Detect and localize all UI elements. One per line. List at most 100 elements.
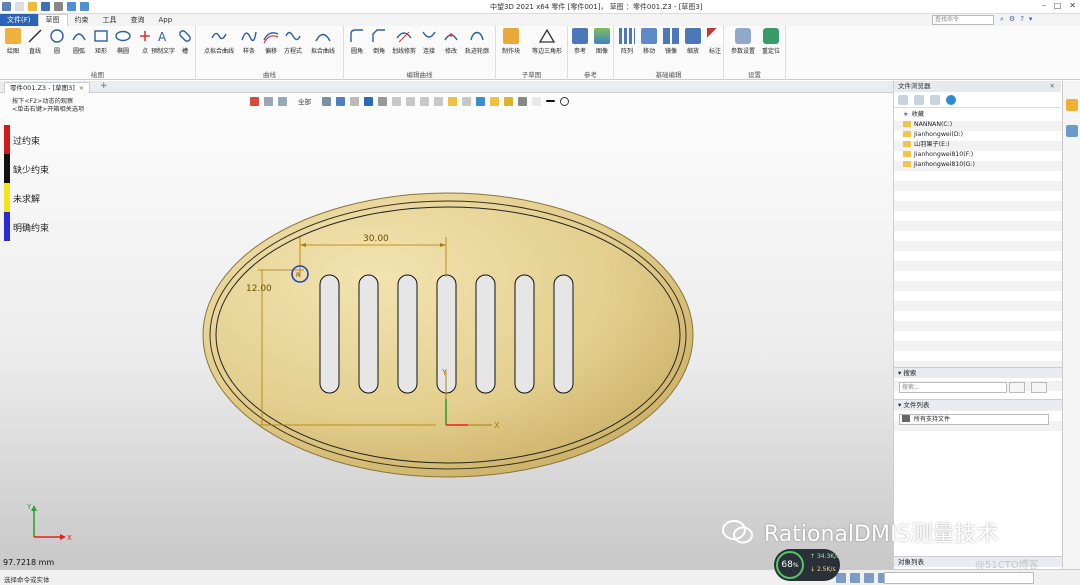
file-list-section-header[interactable]: ▾ 文件列表: [894, 399, 1062, 410]
grid-icon[interactable]: [462, 96, 471, 106]
pan-icon[interactable]: [420, 96, 429, 106]
slot[interactable]: [475, 274, 496, 394]
dimension-label[interactable]: 30.00: [363, 234, 389, 244]
color-icon[interactable]: [532, 96, 541, 106]
minimize-icon[interactable]: –: [1042, 1, 1046, 10]
command-input[interactable]: [884, 572, 1034, 584]
history-dock-icon[interactable]: [1066, 125, 1078, 137]
equation-button[interactable]: 方程式: [282, 28, 304, 55]
exit-sketch-icon[interactable]: [250, 96, 259, 106]
render-mode-icon[interactable]: [336, 96, 345, 106]
rectangle-button[interactable]: 矩形: [90, 28, 112, 55]
tree-item-drive[interactable]: Jianhongwei(D:): [894, 130, 1061, 140]
forward-icon[interactable]: [914, 94, 924, 105]
style-icon[interactable]: [378, 96, 387, 106]
new-file-icon[interactable]: [15, 2, 24, 11]
rotate-icon[interactable]: [434, 96, 443, 106]
open-folder-icon[interactable]: [28, 2, 37, 11]
slot[interactable]: [553, 274, 574, 394]
equilateral-triangle-button[interactable]: 等边三角形: [530, 28, 564, 55]
snap-icon[interactable]: [448, 96, 457, 106]
chamfer-button[interactable]: 倒角: [368, 28, 390, 55]
help-icon[interactable]: ?: [1020, 15, 1024, 24]
slot[interactable]: [358, 274, 379, 394]
search-icon[interactable]: ⌕: [1000, 15, 1004, 24]
document-tab[interactable]: 零件001.Z3 - [草图3] ×: [4, 82, 91, 93]
fillet-button[interactable]: 圆角: [346, 28, 368, 55]
tree-item-drive[interactable]: 山羽果子(E:): [894, 140, 1061, 150]
tree-item-drive[interactable]: Jianhongwei810(G:): [894, 160, 1061, 170]
slot[interactable]: [514, 274, 535, 394]
menu-tab-query[interactable]: 查询: [124, 15, 152, 25]
make-block-button[interactable]: 制作块: [500, 28, 522, 55]
point-fit-curve-button[interactable]: 点拟合曲线: [202, 28, 236, 55]
line-button[interactable]: 直线: [24, 28, 46, 55]
3d-viewport[interactable]: 按下<F2>动态的观察 <单击右键>开箱相关选项 全部 过约束 缺少约束 未求解…: [0, 93, 893, 569]
file-search-input[interactable]: 搜索...: [899, 382, 1007, 393]
menu-tab-constraint[interactable]: 约束: [68, 15, 96, 25]
ellipse-button[interactable]: 椭圆: [112, 28, 134, 55]
trim-button[interactable]: 划线修剪: [390, 28, 418, 55]
fit-curve-button[interactable]: 拟合曲线: [308, 28, 338, 55]
settings-icon[interactable]: ⚙: [1009, 15, 1015, 24]
search-button[interactable]: [1009, 382, 1025, 393]
modify-button[interactable]: 修改: [440, 28, 462, 55]
relocate-button[interactable]: 重定位: [760, 28, 782, 55]
redo-icon[interactable]: [80, 2, 89, 11]
move-button[interactable]: 移动: [638, 28, 660, 55]
clear-search-button[interactable]: [1031, 382, 1047, 393]
sketch-part[interactable]: 30.00 12.00 R Y X: [200, 185, 700, 485]
point-style-icon[interactable]: [560, 96, 569, 106]
pattern-button[interactable]: 阵列: [616, 28, 638, 55]
view-mode-icon[interactable]: [836, 573, 846, 583]
trace-contour-button[interactable]: 轨迹轮廓: [462, 28, 492, 55]
circle-button[interactable]: 圆: [46, 28, 68, 55]
display-mode-icon[interactable]: [850, 573, 860, 583]
tree-item-favorites[interactable]: ★ 收藏: [894, 110, 1061, 120]
dimension-display-icon[interactable]: [490, 96, 499, 106]
pick-icon[interactable]: [322, 96, 331, 106]
dimension-label[interactable]: 12.00: [246, 284, 272, 294]
filter-all-select[interactable]: 全部: [292, 96, 317, 106]
image-button[interactable]: 图像: [591, 28, 613, 55]
offset-button[interactable]: 偏移: [260, 28, 282, 55]
file-menu[interactable]: 文件(F): [0, 14, 38, 26]
draw-button[interactable]: 绘图: [2, 28, 24, 55]
line-style-icon[interactable]: [546, 100, 555, 102]
highlight-icon[interactable]: [504, 96, 513, 106]
close-icon[interactable]: ✕: [1069, 1, 1076, 10]
mirror-button[interactable]: 镜像: [660, 28, 682, 55]
maximize-icon[interactable]: □: [1054, 1, 1062, 10]
scale-button[interactable]: 缩放: [682, 28, 704, 55]
file-browser-dock-icon[interactable]: [1066, 99, 1078, 111]
screen-icon[interactable]: [864, 573, 874, 583]
search-section-header[interactable]: ▾ 搜索: [894, 367, 1062, 378]
menu-tab-tools[interactable]: 工具: [96, 15, 124, 25]
command-search-input[interactable]: 查找命令: [932, 15, 994, 25]
print-icon[interactable]: [54, 2, 63, 11]
dimension-button[interactable]: 标注: [704, 28, 726, 55]
spline-button[interactable]: 样条: [238, 28, 260, 55]
zoom-window-icon[interactable]: [406, 96, 415, 106]
pin-icon[interactable]: ✕: [1050, 81, 1055, 92]
close-tab-icon[interactable]: ×: [79, 84, 84, 92]
constraint-display-icon[interactable]: [476, 96, 485, 106]
undo-icon[interactable]: [67, 2, 76, 11]
minimize-ribbon-icon[interactable]: ▾: [1029, 15, 1033, 24]
display-icon[interactable]: [364, 96, 373, 106]
arc-button[interactable]: 圆弧: [68, 28, 90, 55]
slot-button[interactable]: 槽: [174, 28, 196, 55]
view-icon[interactable]: [264, 96, 273, 106]
file-filter-select[interactable]: 所有支持文件: [899, 414, 1049, 425]
add-tab-icon[interactable]: +: [100, 81, 108, 91]
layer-icon[interactable]: [518, 96, 527, 106]
reference-button[interactable]: 参考: [569, 28, 591, 55]
parameter-settings-button[interactable]: 参数设置: [728, 28, 758, 55]
text-button[interactable]: A 预制文字: [150, 28, 176, 55]
menu-tab-app[interactable]: App: [152, 16, 180, 24]
tree-item-drive[interactable]: Jianhongwei810(F:): [894, 150, 1061, 160]
slot[interactable]: [397, 274, 418, 394]
up-icon[interactable]: [930, 94, 940, 105]
zoom-fit-icon[interactable]: [392, 96, 401, 106]
menu-tab-sketch[interactable]: 草图: [37, 14, 68, 26]
